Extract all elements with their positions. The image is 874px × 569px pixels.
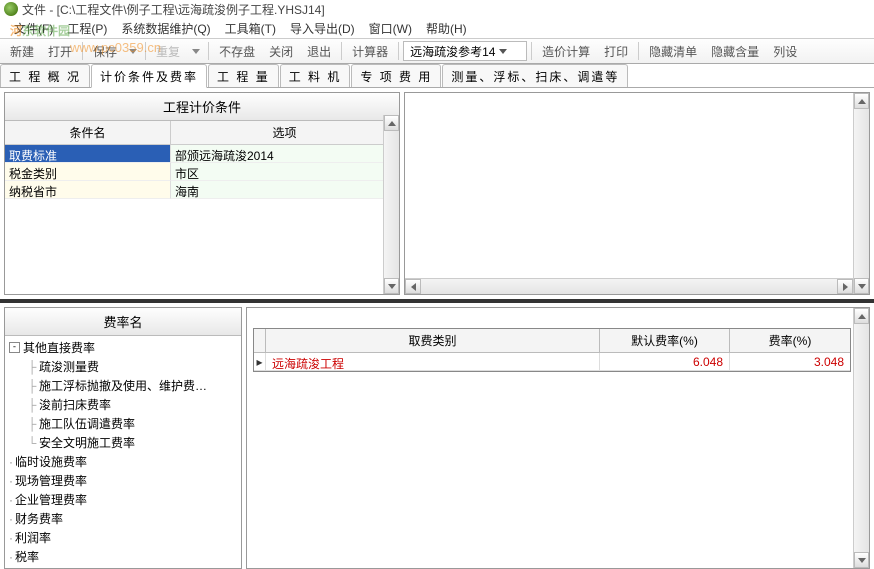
fee-col-rate: 费率(%) <box>730 329 850 353</box>
scroll-right-icon[interactable] <box>837 279 853 294</box>
menu-importexport[interactable]: 导入导出(D) <box>284 18 361 39</box>
scroll-up-icon[interactable] <box>854 308 869 324</box>
app-icon <box>4 2 18 16</box>
cond-row-tax-type[interactable]: 税金类别 市区 <box>5 163 399 181</box>
fee-table-panel: 取费类别 默认费率(%) 费率(%) ▸ 远海疏浚工程 6.048 3.048 <box>246 307 870 569</box>
tab-bar: 工 程 概 况 计价条件及费率 工 程 量 工 料 机 专 项 费 用 测量、浮… <box>0 64 874 88</box>
tab-special[interactable]: 专 项 费 用 <box>351 64 441 87</box>
cond-col-name: 条件名 <box>5 121 171 144</box>
chevron-down-icon[interactable] <box>129 49 137 54</box>
upper-right-panel <box>404 92 870 295</box>
tree-node-sibling[interactable]: ·税率 <box>7 547 239 566</box>
tb-calc[interactable]: 计算器 <box>346 40 394 63</box>
row-marker-col <box>254 329 266 353</box>
separator <box>82 42 83 60</box>
separator <box>145 42 146 60</box>
tb-redo: 重复 <box>150 40 186 63</box>
separator <box>531 42 532 60</box>
separator <box>398 42 399 60</box>
scrollbar-horizontal[interactable] <box>405 278 853 294</box>
conditions-panel: 工程计价条件 条件名 选项 取费标准 部颁远海疏浚2014 税金类别 市区 纳税… <box>4 92 400 295</box>
scroll-down-icon[interactable] <box>384 278 399 294</box>
conditions-title: 工程计价条件 <box>5 93 399 121</box>
tree-node-root[interactable]: - 其他直接费率 <box>7 338 239 357</box>
tb-hide-list[interactable]: 隐藏清单 <box>643 40 703 63</box>
tb-open[interactable]: 打开 <box>42 40 78 63</box>
title-bar: 文件 - [C:\工程文件\例子工程\远海疏浚例子工程.YHSJ14] <box>0 0 874 18</box>
tb-save[interactable]: 保存 <box>87 40 123 63</box>
cond-row-fee-standard[interactable]: 取费标准 部颁远海疏浚2014 <box>5 145 399 163</box>
rate-tree-title: 费率名 <box>5 308 241 336</box>
tb-new[interactable]: 新建 <box>4 40 40 63</box>
rate-tree-panel: 费率名 - 其他直接费率 ├疏浚测量费 ├施工浮标抛撤及使用、维护费… ├浚前扫… <box>4 307 242 569</box>
chevron-down-icon[interactable] <box>192 49 200 54</box>
menu-bar: 文件(F) 工程(P) 系统数据维护(Q) 工具箱(T) 导入导出(D) 窗口(… <box>0 18 874 38</box>
menu-file[interactable]: 文件(F) <box>8 18 59 39</box>
tree-node-sibling[interactable]: ·现场管理费率 <box>7 471 239 490</box>
separator <box>341 42 342 60</box>
menu-sysdata[interactable]: 系统数据维护(Q) <box>115 18 216 39</box>
cond-col-opt: 选项 <box>171 121 399 144</box>
separator <box>638 42 639 60</box>
tree-node-child[interactable]: └安全文明施工费率 <box>7 433 239 452</box>
scrollbar-vertical[interactable] <box>383 115 399 294</box>
tb-price[interactable]: 造价计算 <box>536 40 596 63</box>
collapse-icon[interactable]: - <box>9 342 20 353</box>
menu-help[interactable]: 帮助(H) <box>420 18 473 39</box>
scroll-down-icon[interactable] <box>854 552 869 568</box>
tree-node-child[interactable]: ├施工浮标抛撤及使用、维护费… <box>7 376 239 395</box>
rate-tree: - 其他直接费率 ├疏浚测量费 ├施工浮标抛撤及使用、维护费… ├浚前扫床费率 … <box>5 336 241 568</box>
tab-quantity[interactable]: 工 程 量 <box>208 64 279 87</box>
menu-window[interactable]: 窗口(W) <box>363 18 418 39</box>
fee-col-default: 默认费率(%) <box>600 329 730 353</box>
scroll-left-icon[interactable] <box>405 279 421 294</box>
menu-toolbox[interactable]: 工具箱(T) <box>219 18 282 39</box>
tb-print[interactable]: 打印 <box>598 40 634 63</box>
current-row-marker-icon: ▸ <box>254 353 266 371</box>
scrollbar-vertical[interactable] <box>853 308 869 568</box>
scroll-up-icon[interactable] <box>854 93 869 109</box>
tab-survey[interactable]: 测量、浮标、扫床、调遣等 <box>442 64 628 87</box>
reference-select[interactable]: 远海疏浚参考14 <box>403 41 527 61</box>
fee-table: 取费类别 默认费率(%) 费率(%) ▸ 远海疏浚工程 6.048 3.048 <box>253 328 851 372</box>
tb-hide-amount[interactable]: 隐藏含量 <box>705 40 765 63</box>
tree-node-sibling[interactable]: ·利润率 <box>7 528 239 547</box>
chevron-down-icon <box>499 49 507 54</box>
tree-node-child[interactable]: ├浚前扫床费率 <box>7 395 239 414</box>
work-area: 工程计价条件 条件名 选项 取费标准 部颁远海疏浚2014 税金类别 市区 纳税… <box>0 88 874 569</box>
fee-row[interactable]: ▸ 远海疏浚工程 6.048 3.048 <box>254 353 850 371</box>
tb-nosave[interactable]: 不存盘 <box>213 40 261 63</box>
tree-node-sibling[interactable]: ·财务费率 <box>7 509 239 528</box>
window-title: 文件 - [C:\工程文件\例子工程\远海疏浚例子工程.YHSJ14] <box>22 1 325 18</box>
scroll-up-icon[interactable] <box>384 115 399 131</box>
tree-node-child[interactable]: ├施工队伍调遣费率 <box>7 414 239 433</box>
tb-exit[interactable]: 退出 <box>301 40 337 63</box>
reference-select-value: 远海疏浚参考14 <box>410 43 495 60</box>
tb-close[interactable]: 关闭 <box>263 40 299 63</box>
fee-col-category: 取费类别 <box>266 329 600 353</box>
menu-project[interactable]: 工程(P) <box>61 18 113 39</box>
scrollbar-vertical[interactable] <box>853 93 869 294</box>
tree-node-sibling[interactable]: ·企业管理费率 <box>7 490 239 509</box>
tab-overview[interactable]: 工 程 概 况 <box>0 64 90 87</box>
scroll-down-icon[interactable] <box>854 278 869 294</box>
tb-colset[interactable]: 列设 <box>767 40 803 63</box>
tree-node-sibling[interactable]: ·临时设施费率 <box>7 452 239 471</box>
cond-row-tax-province[interactable]: 纳税省市 海南 <box>5 181 399 199</box>
tab-pricing[interactable]: 计价条件及费率 <box>91 64 207 88</box>
separator <box>208 42 209 60</box>
toolbar: 新建 打开 保存 重复 不存盘 关闭 退出 计算器 远海疏浚参考14 造价计算 … <box>0 38 874 64</box>
tab-material[interactable]: 工 料 机 <box>280 64 351 87</box>
tree-node-child[interactable]: ├疏浚测量费 <box>7 357 239 376</box>
conditions-table: 条件名 选项 取费标准 部颁远海疏浚2014 税金类别 市区 纳税省市 海南 <box>5 121 399 199</box>
